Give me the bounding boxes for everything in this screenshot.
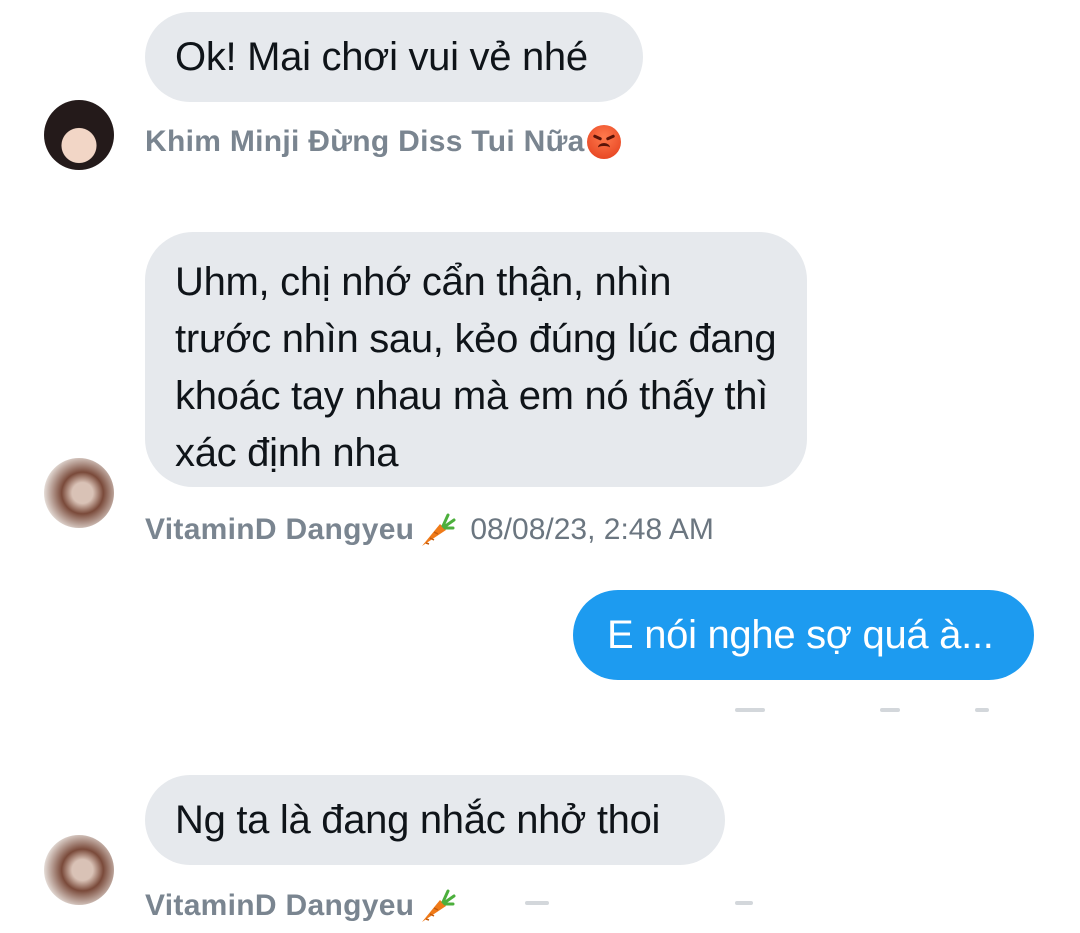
carrot-icon <box>422 889 456 922</box>
faded-timestamp <box>735 901 753 905</box>
faded-timestamp <box>525 901 549 905</box>
message-text: E nói nghe sợ quá à... <box>607 613 994 657</box>
carrot-icon <box>422 513 456 546</box>
message-text: Ng ta là đang nhắc nhở thoi <box>175 798 661 842</box>
message-meta: VitaminD Dangyeu <box>145 886 456 926</box>
sender-avatar[interactable] <box>44 835 114 905</box>
sender-avatar[interactable] <box>44 458 114 528</box>
faded-timestamp <box>880 708 900 712</box>
message-bubble-incoming[interactable]: Uhm, chị nhớ cẩn thận, nhìn trước nhìn s… <box>145 232 807 487</box>
conversation: Ok! Mai chơi vui vẻ nhé Khim Minji Đừng … <box>0 0 1080 933</box>
sender-name[interactable]: Khim Minji Đừng Diss Tui Nữa <box>145 125 585 159</box>
message-text: Ok! Mai chơi vui vẻ nhé <box>175 35 588 79</box>
angry-face-icon <box>586 125 621 159</box>
sender-avatar[interactable] <box>44 100 114 170</box>
message-bubble-incoming[interactable]: Ng ta là đang nhắc nhở thoi <box>145 775 725 865</box>
message-bubble-outgoing[interactable]: E nói nghe sợ quá à... <box>573 590 1034 680</box>
sender-name[interactable]: VitaminD Dangyeu <box>145 889 414 923</box>
faded-timestamp <box>975 708 989 712</box>
sender-name[interactable]: VitaminD Dangyeu <box>145 513 414 547</box>
message-meta: VitaminD Dangyeu 08/08/23, 2:48 AM <box>145 510 714 550</box>
message-timestamp: 08/08/23, 2:48 AM <box>470 513 714 546</box>
message-bubble-incoming[interactable]: Ok! Mai chơi vui vẻ nhé <box>145 12 643 102</box>
faded-timestamp <box>735 708 765 712</box>
message-meta: Khim Minji Đừng Diss Tui Nữa <box>145 125 621 159</box>
message-text: Uhm, chị nhớ cẩn thận, nhìn trước nhìn s… <box>175 260 777 475</box>
